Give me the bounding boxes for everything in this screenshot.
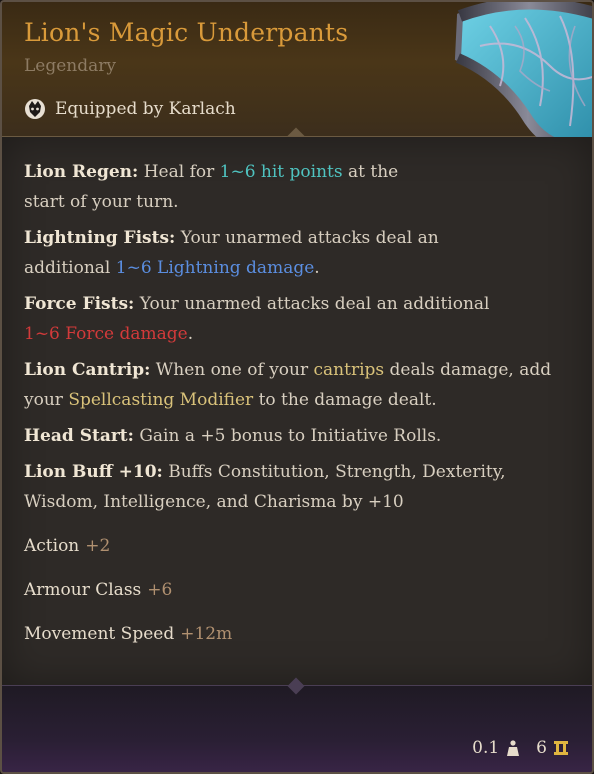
item-name: Lion's Magic Underpants — [24, 18, 349, 47]
item-value: 6 — [536, 738, 547, 758]
property-list: Lion Regen: Heal for 1~6 hit points at t… — [24, 157, 564, 663]
property-label: Head Start: — [24, 426, 134, 446]
stat-label: Action — [24, 536, 80, 556]
property-label: Lion Cantrip: — [24, 360, 151, 380]
item-weight: 0.1 — [472, 738, 500, 758]
stat-armour-class: Armour Class +6 — [24, 575, 564, 619]
stat-movement-speed: Movement Speed +12m — [24, 619, 564, 663]
equipped-by: Equipped by Karlach — [24, 98, 236, 120]
stat-value: +6 — [147, 580, 173, 600]
property-label: Lion Regen: — [24, 162, 139, 182]
item-meta: 0.1 6 — [472, 738, 570, 758]
cantrips-link[interactable]: cantrips — [314, 360, 385, 380]
weight-icon — [507, 740, 520, 756]
property-text: Heal for — [138, 162, 220, 182]
property-lion-regen: Lion Regen: Heal for 1~6 hit points at t… — [24, 157, 404, 217]
spellcasting-modifier-link[interactable]: Spellcasting Modifier — [68, 390, 253, 410]
property-force-fists: Force Fists: Your unarmed attacks deal a… — [24, 289, 504, 349]
hit-points-link[interactable]: 1~6 hit points — [220, 162, 343, 182]
tooltip-body: Lion Regen: Heal for 1~6 hit points at t… — [2, 137, 592, 685]
stat-value: +12m — [180, 624, 233, 644]
property-text: Your unarmed attacks deal an additional — [134, 294, 490, 314]
item-rarity: Legendary — [24, 56, 116, 76]
property-label: Force Fists: — [24, 294, 135, 314]
underpants-item-image — [454, 2, 592, 153]
tooltip-header: Lion's Magic Underpants Legendary Equipp… — [2, 2, 592, 153]
gold-coins-icon — [554, 741, 568, 755]
character-portrait-icon — [25, 99, 45, 119]
tooltip-footer: 0.1 6 — [2, 685, 592, 772]
lightning-damage-link[interactable]: 1~6 Lightning damage — [116, 258, 315, 278]
property-lightning-fists: Lightning Fists: Your unarmed attacks de… — [24, 223, 464, 283]
stat-action: Action +2 — [24, 531, 564, 575]
property-text: . — [187, 324, 194, 344]
force-damage-link[interactable]: 1~6 Force damage — [24, 324, 188, 344]
property-label: Lightning Fists: — [24, 228, 176, 248]
property-lion-cantrip: Lion Cantrip: When one of your cantrips … — [24, 355, 564, 415]
equipped-label: Equipped by Karlach — [55, 99, 236, 119]
property-lion-buff: Lion Buff +10: Buffs Constitution, Stren… — [24, 457, 564, 517]
property-text: Gain a +5 bonus to Initiative Rolls. — [133, 426, 442, 446]
item-tooltip: Lion's Magic Underpants Legendary Equipp… — [0, 0, 594, 774]
property-label: Lion Buff +10: — [24, 462, 163, 482]
property-text: to the damage dealt. — [253, 390, 437, 410]
property-head-start: Head Start: Gain a +5 bonus to Initiativ… — [24, 421, 564, 451]
stat-label: Armour Class — [24, 580, 142, 600]
property-text: When one of your — [150, 360, 314, 380]
property-text: . — [314, 258, 320, 278]
stat-value: +2 — [85, 536, 111, 556]
stat-label: Movement Speed — [24, 624, 175, 644]
